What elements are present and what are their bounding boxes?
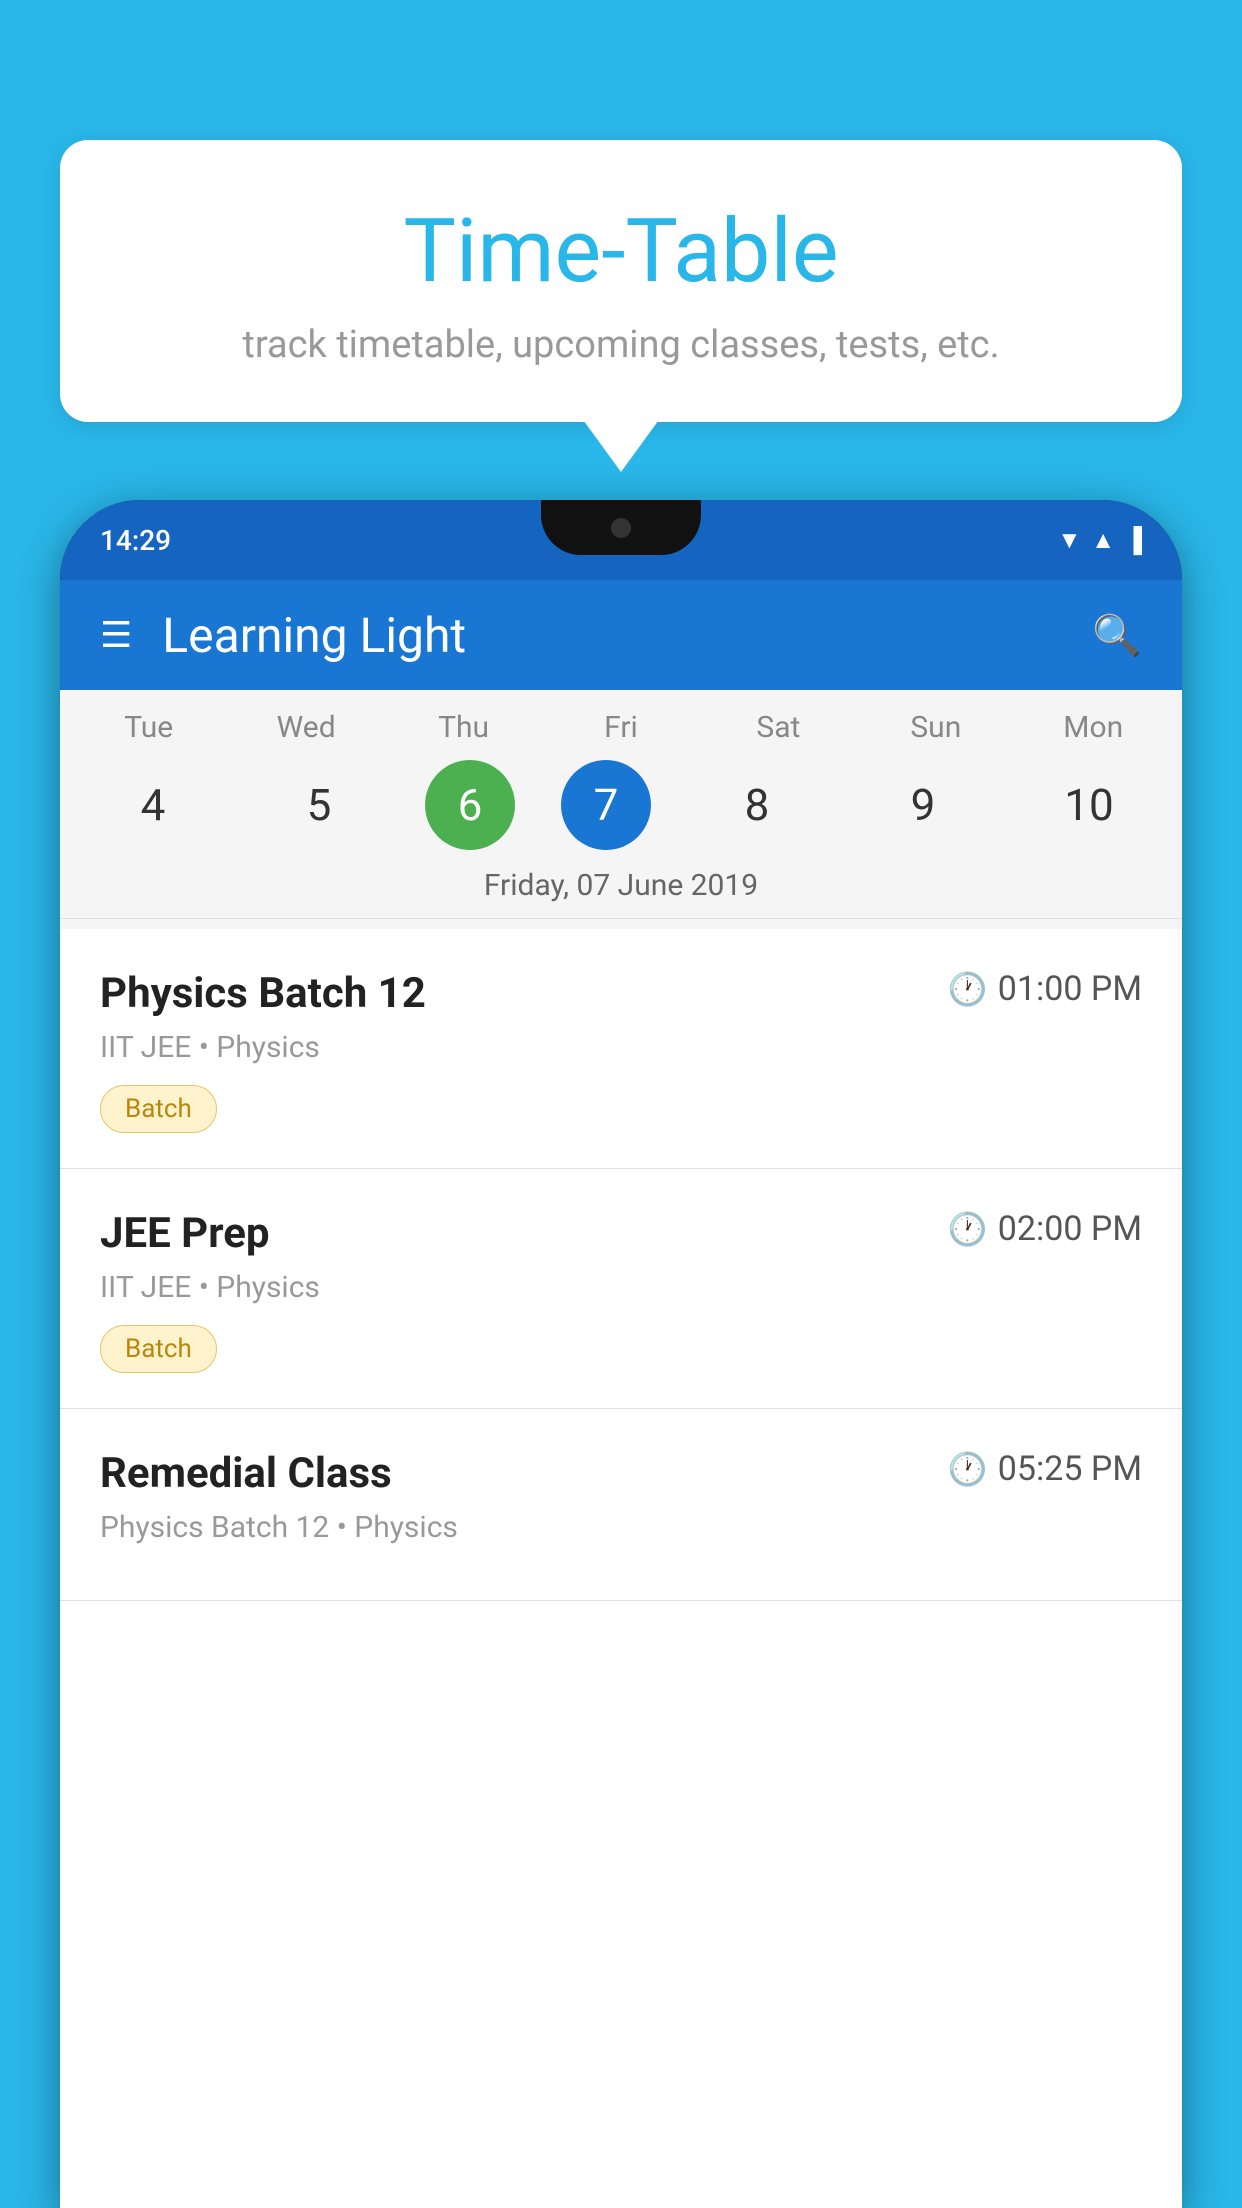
signal-icon: ▲ — [1091, 526, 1115, 555]
wifi-icon: ▼ — [1057, 526, 1081, 555]
schedule-item-2-time: 🕐 02:00 PM — [948, 1209, 1142, 1249]
clock-icon-2: 🕐 — [948, 1210, 988, 1248]
batch-tag-2: Batch — [100, 1325, 217, 1373]
selected-date-label: Friday, 07 June 2019 — [60, 850, 1182, 919]
schedule-item-3-title: Remedial Class — [100, 1449, 392, 1498]
day-sat: Sat — [718, 710, 838, 745]
hamburger-icon[interactable]: ☰ — [100, 614, 132, 656]
date-10[interactable]: 10 — [1029, 760, 1149, 850]
date-5[interactable]: 5 — [259, 760, 379, 850]
day-sun: Sun — [876, 710, 996, 745]
phone-content: ☰ Learning Light 🔍 Tue Wed Thu Fri Sat S… — [60, 580, 1182, 2208]
schedule-item-1-header: Physics Batch 12 🕐 01:00 PM — [100, 969, 1142, 1018]
date-8[interactable]: 8 — [697, 760, 817, 850]
clock-icon-3: 🕐 — [948, 1450, 988, 1488]
schedule-item-3-time: 🕐 05:25 PM — [948, 1449, 1142, 1489]
schedule-item-1-title: Physics Batch 12 — [100, 969, 426, 1018]
schedule-item-3[interactable]: Remedial Class 🕐 05:25 PM Physics Batch … — [60, 1409, 1182, 1601]
schedule-item-2-title: JEE Prep — [100, 1209, 270, 1258]
status-bar: 14:29 ▼ ▲ ▐ — [60, 500, 1182, 580]
schedule-list: Physics Batch 12 🕐 01:00 PM IIT JEE • Ph… — [60, 929, 1182, 2208]
schedule-item-2-subtitle: IIT JEE • Physics — [100, 1270, 1142, 1305]
schedule-item-2-header: JEE Prep 🕐 02:00 PM — [100, 1209, 1142, 1258]
date-6-today[interactable]: 6 — [425, 760, 515, 850]
app-bar: ☰ Learning Light 🔍 — [60, 580, 1182, 690]
notch — [541, 500, 701, 555]
day-thu: Thu — [404, 710, 524, 745]
schedule-item-3-header: Remedial Class 🕐 05:25 PM — [100, 1449, 1142, 1498]
clock-icon-1: 🕐 — [948, 970, 988, 1008]
schedule-item-1-subtitle: IIT JEE • Physics — [100, 1030, 1142, 1065]
day-headers: Tue Wed Thu Fri Sat Sun Mon — [60, 710, 1182, 745]
day-tue: Tue — [89, 710, 209, 745]
search-icon[interactable]: 🔍 — [1092, 612, 1142, 659]
bubble-title: Time-Table — [100, 200, 1142, 303]
date-7-selected[interactable]: 7 — [561, 760, 651, 850]
speech-bubble: Time-Table track timetable, upcoming cla… — [60, 140, 1182, 422]
schedule-item-1-time: 🕐 01:00 PM — [948, 969, 1142, 1009]
day-fri: Fri — [561, 710, 681, 745]
battery-icon: ▐ — [1125, 526, 1142, 555]
bubble-subtitle: track timetable, upcoming classes, tests… — [100, 323, 1142, 367]
batch-tag-1: Batch — [100, 1085, 217, 1133]
status-icons: ▼ ▲ ▐ — [1057, 526, 1142, 555]
camera-dot — [611, 518, 631, 538]
schedule-item-1[interactable]: Physics Batch 12 🕐 01:00 PM IIT JEE • Ph… — [60, 929, 1182, 1169]
day-mon: Mon — [1033, 710, 1153, 745]
status-time: 14:29 — [100, 524, 171, 557]
date-9[interactable]: 9 — [863, 760, 983, 850]
day-wed: Wed — [246, 710, 366, 745]
speech-bubble-container: Time-Table track timetable, upcoming cla… — [60, 140, 1182, 422]
schedule-item-2[interactable]: JEE Prep 🕐 02:00 PM IIT JEE • Physics Ba… — [60, 1169, 1182, 1409]
date-row: 4 5 6 7 8 9 10 — [60, 760, 1182, 850]
phone-frame: 14:29 ▼ ▲ ▐ ☰ Learning Light 🔍 Tue Wed T… — [60, 500, 1182, 2208]
calendar-strip: Tue Wed Thu Fri Sat Sun Mon 4 5 6 7 8 9 … — [60, 690, 1182, 929]
app-title: Learning Light — [162, 607, 1062, 664]
schedule-item-3-subtitle: Physics Batch 12 • Physics — [100, 1510, 1142, 1545]
date-4[interactable]: 4 — [93, 760, 213, 850]
